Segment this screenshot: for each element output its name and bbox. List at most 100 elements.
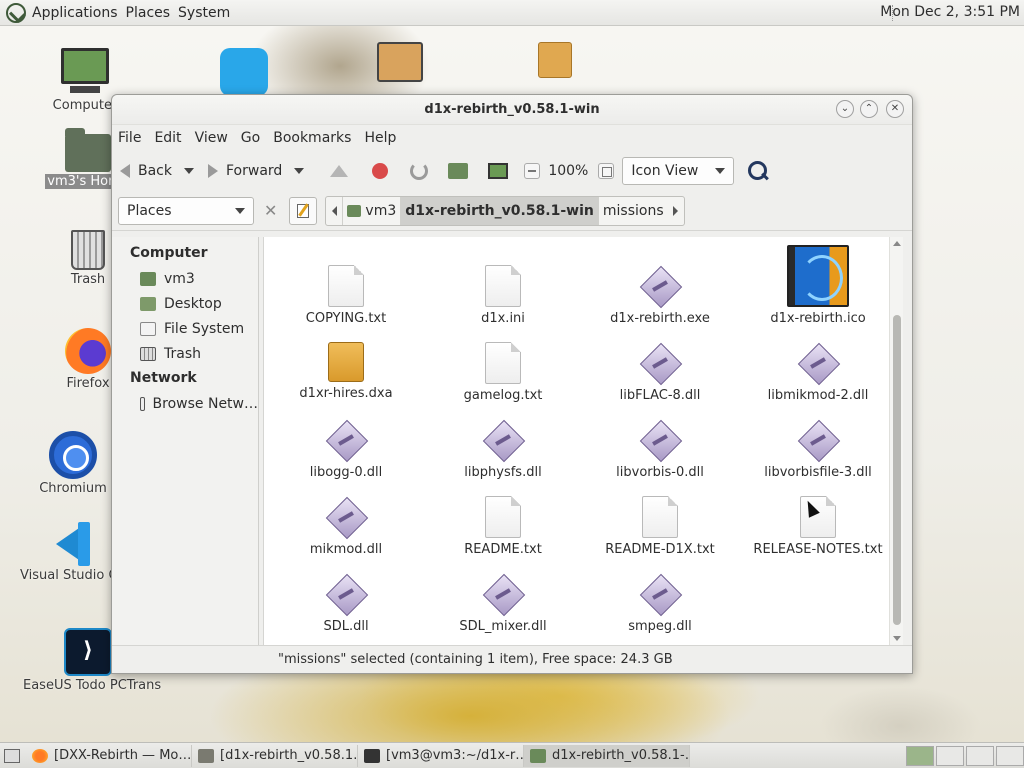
panel-clock[interactable]: Mon Dec 2, 3:51 PM	[880, 4, 1020, 20]
scrollbar-thumb[interactable]	[893, 315, 901, 625]
menu-help[interactable]: Help	[364, 130, 396, 146]
menu-file[interactable]: File	[118, 130, 141, 146]
minimize-button[interactable]: ⌄	[836, 100, 854, 118]
library-file-icon	[325, 573, 367, 615]
content-area: Computer vm3 Desktop File System Trash N…	[112, 237, 912, 645]
reload-icon[interactable]	[410, 162, 429, 180]
library-file-icon	[639, 342, 681, 384]
back-history-dropdown[interactable]	[184, 168, 194, 174]
file-item[interactable]: libmikmod-2.dll	[740, 342, 896, 403]
desktop-icon-label: Firefox	[66, 376, 110, 391]
workspace-2[interactable]	[936, 745, 964, 766]
sidebar-item-file-system[interactable]: File System	[112, 316, 258, 341]
text-file-icon	[328, 265, 364, 307]
breadcrumb-item-vm3[interactable]: vm3	[342, 196, 400, 225]
file-item[interactable]: mikmod.dll	[268, 496, 424, 557]
easeus-icon: ⟩	[64, 628, 112, 676]
file-item[interactable]: SDL.dll	[268, 573, 424, 634]
file-item[interactable]: d1x-rebirth.exe	[582, 265, 738, 326]
menu-system[interactable]: System	[178, 5, 230, 21]
desktop-icon-vscode[interactable]: Visual Studio Code	[20, 522, 120, 583]
forward-button[interactable]: Forward	[208, 163, 282, 179]
home-icon	[347, 204, 362, 217]
sidebar-item-label: Desktop	[164, 295, 222, 312]
folder-icon	[530, 748, 546, 763]
view-mode-value: Icon View	[631, 163, 699, 179]
desktop-icon-chromium[interactable]: Chromium	[23, 431, 123, 496]
package-icon[interactable]	[538, 42, 572, 78]
breadcrumb-item-missions[interactable]: missions	[597, 196, 668, 225]
file-item[interactable]: d1x-rebirth.ico	[740, 245, 896, 326]
file-item[interactable]: COPYING.txt	[268, 265, 424, 326]
zoom-out-icon[interactable]	[524, 163, 541, 179]
desktop-folder-icon	[140, 296, 156, 311]
menu-view[interactable]: View	[195, 130, 228, 146]
view-mode-select[interactable]: Icon View	[622, 157, 735, 185]
menu-applications[interactable]: Applications	[32, 5, 118, 21]
back-button[interactable]: Back	[120, 163, 172, 179]
workspace-1[interactable]	[906, 745, 934, 766]
maximize-button[interactable]: ⌃	[860, 100, 878, 118]
window-titlebar[interactable]: d1x-rebirth_v0.58.1-win ⌄ ⌃ ✕	[112, 95, 912, 125]
taskbar-item[interactable]: [d1x-rebirth_v0.58.1…	[192, 744, 358, 767]
menu-places[interactable]: Places	[126, 5, 171, 21]
file-item[interactable]: d1xr-hires.dxa	[268, 342, 424, 401]
file-item[interactable]: SDL_mixer.dll	[425, 573, 581, 634]
wizard-icon[interactable]	[377, 42, 423, 82]
stop-icon[interactable]	[372, 163, 389, 179]
file-item[interactable]: RELEASE-NOTES.txt	[740, 496, 896, 557]
file-name: libogg-0.dll	[309, 465, 383, 480]
search-icon[interactable]	[748, 161, 768, 181]
scroll-down-icon[interactable]	[893, 636, 901, 641]
up-icon[interactable]	[330, 165, 349, 177]
breadcrumb-scroll-left[interactable]	[326, 197, 342, 225]
sidebar-item-trash[interactable]: Trash	[112, 341, 258, 366]
taskbar-item[interactable]: [DXX-Rebirth — Mo…	[26, 744, 192, 767]
desktop-icon-label: Trash	[70, 272, 106, 287]
menu-bookmarks[interactable]: Bookmarks	[273, 130, 351, 146]
sidebar-item-vm3[interactable]: vm3	[112, 266, 258, 291]
breadcrumb: vm3 d1x-rebirth_v0.58.1-win missions	[325, 195, 685, 226]
sidebar-header-computer: Computer	[130, 245, 208, 261]
file-item[interactable]: README-D1X.txt	[582, 496, 738, 557]
taskbar-item-label: [d1x-rebirth_v0.58.1…	[220, 748, 358, 763]
file-item[interactable]: libphysfs.dll	[425, 419, 581, 480]
file-name: d1xr-hires.dxa	[299, 386, 393, 401]
file-item[interactable]: gamelog.txt	[425, 342, 581, 403]
taskbar-item[interactable]: [vm3@vm3:~/d1x-r…	[358, 744, 524, 767]
close-button[interactable]: ✕	[886, 100, 904, 118]
library-file-icon	[482, 573, 524, 615]
scroll-up-icon[interactable]	[893, 241, 901, 246]
cloud-app-icon[interactable]	[220, 48, 268, 96]
file-item[interactable]: smpeg.dll	[582, 573, 738, 634]
toggle-location-entry-button[interactable]	[289, 196, 318, 225]
desktop-icon-label: Chromium	[39, 481, 107, 496]
breadcrumb-item-current[interactable]: d1x-rebirth_v0.58.1-win	[400, 196, 598, 225]
show-desktop-icon[interactable]	[4, 748, 20, 763]
library-file-icon	[639, 419, 681, 461]
sidebar-item-browse-network[interactable]: Browse Netw…	[112, 391, 258, 416]
distro-logo-icon[interactable]	[6, 2, 26, 23]
home-icon[interactable]	[448, 163, 469, 179]
workspace-3[interactable]	[966, 745, 994, 766]
menu-go[interactable]: Go	[241, 130, 260, 146]
computer-icon[interactable]	[488, 163, 509, 179]
vertical-scrollbar[interactable]	[889, 237, 903, 645]
sidebar-selector[interactable]: Places	[118, 196, 254, 225]
sidebar-item-desktop[interactable]: Desktop	[112, 291, 258, 316]
file-item[interactable]: libFLAC-8.dll	[582, 342, 738, 403]
zoom-normal-icon[interactable]	[598, 163, 615, 179]
workspace-4[interactable]	[996, 745, 1024, 766]
close-sidebar-icon[interactable]: ✕	[264, 201, 277, 220]
file-icon-view[interactable]: COPYING.txt d1x.ini d1x-rebirth.exe d1x-…	[263, 237, 903, 645]
taskbar-item-active[interactable]: d1x-rebirth_v0.58.1-…	[524, 744, 690, 767]
sidebar-item-label: Trash	[164, 345, 201, 362]
menu-edit[interactable]: Edit	[154, 130, 181, 146]
breadcrumb-scroll-right[interactable]	[668, 197, 684, 225]
forward-history-dropdown[interactable]	[294, 168, 305, 174]
file-item[interactable]: libvorbisfile-3.dll	[740, 419, 896, 480]
file-item[interactable]: d1x.ini	[425, 265, 581, 326]
file-item[interactable]: libvorbis-0.dll	[582, 419, 738, 480]
file-item[interactable]: libogg-0.dll	[268, 419, 424, 480]
file-item[interactable]: README.txt	[425, 496, 581, 557]
